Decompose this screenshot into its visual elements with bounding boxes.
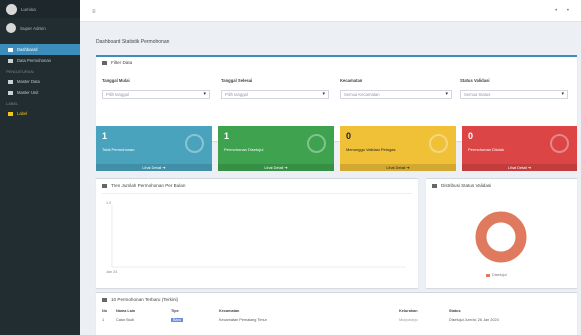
menu-toggle-icon[interactable]: ≡ (92, 9, 96, 15)
dashboard-icon (8, 47, 13, 52)
tile-more-link[interactable]: Lihat Detail ➜ (96, 164, 212, 171)
filter-icon (102, 60, 107, 65)
x-axis-tick: Jan 24 (106, 270, 118, 274)
table-row[interactable]: 1 Catur Budi Baru Kecamatan Pemalang Tim… (102, 313, 571, 322)
sidebar-item-master-data[interactable]: Master Data (0, 76, 80, 87)
sidebar-item-label: Master Unit (17, 90, 39, 95)
check-icon (307, 134, 326, 153)
page-title: Dashboard Statistik Permohonan (96, 39, 170, 45)
sidebar-section-title: LABEL (6, 100, 19, 106)
donut-ring (475, 211, 527, 263)
chevron-down-icon: ▾ (322, 91, 325, 97)
legend-swatch (486, 273, 490, 277)
chevron-down-icon: ▾ (203, 91, 206, 97)
filter-label-kecamatan: Kecamatan (340, 78, 363, 83)
tile-value: 1 (224, 131, 230, 141)
stat-tile-total: 1 Total Permohonan Lihat Detail ➜ (96, 126, 212, 171)
filter-title: Filter Data (102, 60, 132, 65)
recent-requests-panel: 10 Permohonan Terbaru (Terkini) No Nama … (96, 292, 577, 335)
sidebar-item-data-permohonan[interactable]: Data Permohonan (0, 55, 80, 66)
tile-label: Menunggu Validasi Petugas (346, 147, 396, 152)
stat-tile-approved: 1 Permohonan Disetujui Lihat Detail ➜ (218, 126, 334, 171)
brand-name: Lumina (21, 6, 36, 12)
logo-icon (6, 3, 17, 15)
chevron-down-icon: ▾ (561, 91, 564, 97)
stat-tile-pending: 0 Menunggu Validasi Petugas Lihat Detail… (340, 126, 456, 171)
panel-title: Distribusi Status Validasi (441, 183, 492, 188)
type-badge: Baru (171, 318, 184, 322)
sidebar-item-label: Master Data (17, 79, 40, 84)
sidebar-item-label: Data Permohonan (17, 58, 51, 63)
status-donut-chart (475, 211, 527, 263)
tile-more-link[interactable]: Lihat Detail ➜ (340, 164, 456, 171)
tile-label: Permohonan Ditolak (468, 147, 505, 152)
kecamatan-select[interactable]: Semua Kecamatan ▾ (340, 90, 452, 99)
times-icon (550, 134, 569, 153)
recent-requests-table: No Nama Lain Tipe Kecamatan Kelurahan St… (102, 309, 571, 322)
circle-icon (8, 111, 13, 116)
filter-label-status: Status Validasi (460, 78, 490, 83)
panel-title: 10 Permohonan Terbaru (Terkini) (111, 297, 179, 302)
document-icon (185, 134, 204, 153)
sidebar-item-label: Dashboard (17, 47, 38, 52)
trend-chart (111, 205, 406, 268)
sidebar-item-dashboard[interactable]: Dashboard (0, 44, 80, 55)
status-select[interactable]: Semua Status ▾ (460, 90, 568, 99)
donut-legend: Disetujui (486, 273, 507, 277)
panel-title: Tren Jumlah Permohonan Per Bulan (111, 183, 186, 188)
end-date-select[interactable]: Pilih tanggal ▾ (221, 90, 329, 99)
tile-value: 0 (346, 131, 352, 141)
clock-icon (429, 134, 448, 153)
filter-label-start: Tanggal Mulai (102, 78, 130, 83)
top-bar: ≡ • • (80, 0, 581, 22)
tile-more-link[interactable]: Lihat Detail ➜ (218, 164, 334, 171)
trend-chart-panel: Tren Jumlah Permohonan Per Bulan 1.0 Jan… (96, 178, 418, 288)
sidebar: Lumina Super Admin Dashboard Data Permoh… (0, 0, 80, 335)
sidebar-item-label: Label (17, 111, 28, 116)
start-date-select[interactable]: Pilih tanggal ▾ (102, 90, 210, 99)
tile-value: 0 (468, 131, 474, 141)
stat-tile-rejected: 0 Permohonan Ditolak Lihat Detail ➜ (462, 126, 577, 171)
file-icon (8, 58, 13, 63)
user-name: Super Admin (20, 25, 46, 31)
filter-label-end: Tanggal Selesai (221, 78, 253, 83)
status-distribution-panel: Distribusi Status Validasi Disetujui (426, 178, 577, 288)
pie-chart-icon (432, 183, 437, 188)
sidebar-section-title: PENGATURAN (6, 68, 34, 74)
user-panel[interactable]: Super Admin (0, 18, 80, 38)
database-icon (8, 79, 13, 84)
tile-value: 1 (102, 131, 108, 141)
line-chart-icon (102, 183, 107, 188)
table-icon (102, 297, 107, 302)
main-content: Dashboard Statistik Permohonan Filter Da… (80, 22, 581, 335)
brand[interactable]: Lumina (0, 0, 80, 18)
tile-label: Permohonan Disetujui (224, 147, 264, 152)
tile-label: Total Permohonan (102, 147, 135, 152)
topbar-actions[interactable]: • • (555, 8, 573, 14)
sidebar-item-label-link[interactable]: Label (0, 108, 80, 119)
tile-more-link[interactable]: Lihat Detail ➜ (462, 164, 577, 171)
sidebar-item-master-unit[interactable]: Master Unit (0, 87, 80, 98)
avatar (6, 23, 16, 33)
building-icon (8, 90, 13, 95)
chevron-down-icon: ▾ (445, 91, 448, 97)
